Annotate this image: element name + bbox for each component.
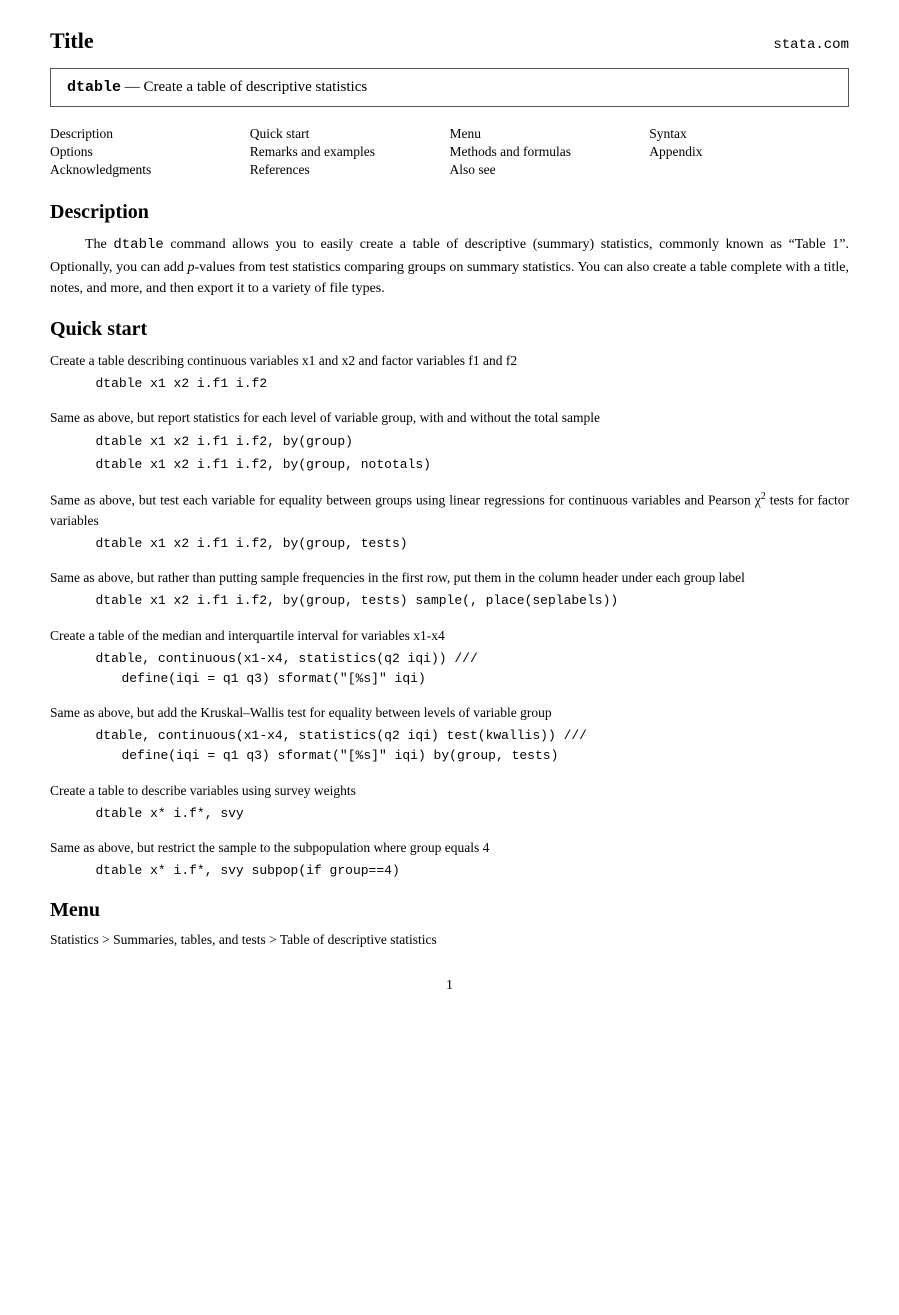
qs-code-2a: dtable x1 x2 i.f1 i.f2, by(group) <box>96 432 850 452</box>
command-name: dtable <box>67 79 121 96</box>
qs-desc-8: Same as above, but restrict the sample t… <box>50 838 849 858</box>
qs-code-4: dtable x1 x2 i.f1 i.f2, by(group, tests)… <box>96 591 850 611</box>
qs-desc-3: Same as above, but test each variable fo… <box>50 489 849 531</box>
qs-desc-6: Same as above, but add the Kruskal–Walli… <box>50 703 849 723</box>
description-heading: Description <box>50 201 849 224</box>
menu-heading: Menu <box>50 899 849 922</box>
qs-desc-5: Create a table of the median and interqu… <box>50 626 849 646</box>
qs-code-2b: dtable x1 x2 i.f1 i.f2, by(group, notota… <box>96 455 850 475</box>
qs-code-7: dtable x* i.f*, svy <box>96 804 850 824</box>
qs-code-1: dtable x1 x2 i.f1 i.f2 <box>96 374 850 394</box>
qs-item-4: Same as above, but rather than putting s… <box>50 568 849 611</box>
quick-start-heading: Quick start <box>50 318 849 341</box>
description-body: The dtable command allows you to easily … <box>50 234 849 300</box>
page-title: Title <box>50 28 94 54</box>
nav-col1-row1[interactable]: Description <box>50 125 250 143</box>
page-number: 1 <box>50 978 849 994</box>
nav-col4-row2[interactable]: Appendix <box>649 143 849 161</box>
nav-col2-row1[interactable]: Quick start <box>250 125 450 143</box>
qs-code-5a: dtable, continuous(x1-x4, statistics(q2 … <box>96 649 850 669</box>
header: Title stata.com <box>50 28 849 54</box>
qs-desc-7: Create a table to describe variables usi… <box>50 781 849 801</box>
nav-col3-row1[interactable]: Menu <box>450 125 650 143</box>
title-description: Create a table of descriptive statistics <box>144 79 368 95</box>
nav-col1-row2[interactable]: Options <box>50 143 250 161</box>
nav-col2-row3[interactable]: References <box>250 161 450 179</box>
nav-col3-row2[interactable]: Methods and formulas <box>450 143 650 161</box>
qs-item-2: Same as above, but report statistics for… <box>50 408 849 475</box>
qs-code-8: dtable x* i.f*, svy subpop(if group==4) <box>96 861 850 881</box>
qs-desc-4: Same as above, but rather than putting s… <box>50 568 849 588</box>
title-box: dtable — Create a table of descriptive s… <box>50 68 849 107</box>
qs-item-5: Create a table of the median and interqu… <box>50 626 849 690</box>
menu-path: Statistics > Summaries, tables, and test… <box>50 932 849 948</box>
qs-item-1: Create a table describing continuous var… <box>50 351 849 394</box>
page: Title stata.com dtable — Create a table … <box>0 0 899 1315</box>
separator: — <box>125 79 140 95</box>
qs-desc-1: Create a table describing continuous var… <box>50 351 849 371</box>
nav-col2-row2[interactable]: Remarks and examples <box>250 143 450 161</box>
qs-code-6a: dtable, continuous(x1-x4, statistics(q2 … <box>96 726 850 746</box>
nav-col3-row3[interactable]: Also see <box>450 161 650 179</box>
qs-item-3: Same as above, but test each variable fo… <box>50 489 849 554</box>
qs-item-6: Same as above, but add the Kruskal–Walli… <box>50 703 849 767</box>
site-label: stata.com <box>773 37 849 53</box>
nav-col1-row3[interactable]: Acknowledgments <box>50 161 250 179</box>
qs-code-3: dtable x1 x2 i.f1 i.f2, by(group, tests) <box>96 534 850 554</box>
qs-desc-2: Same as above, but report statistics for… <box>50 408 849 428</box>
qs-item-7: Create a table to describe variables usi… <box>50 781 849 824</box>
qs-code-5b: define(iqi = q1 q3) sformat("[%s]" iqi) <box>122 669 850 689</box>
nav-col4-row1[interactable]: Syntax <box>649 125 849 143</box>
nav-table: Description Quick start Menu Syntax Opti… <box>50 125 849 179</box>
qs-code-6b: define(iqi = q1 q3) sformat("[%s]" iqi) … <box>122 746 850 766</box>
qs-item-8: Same as above, but restrict the sample t… <box>50 838 849 881</box>
